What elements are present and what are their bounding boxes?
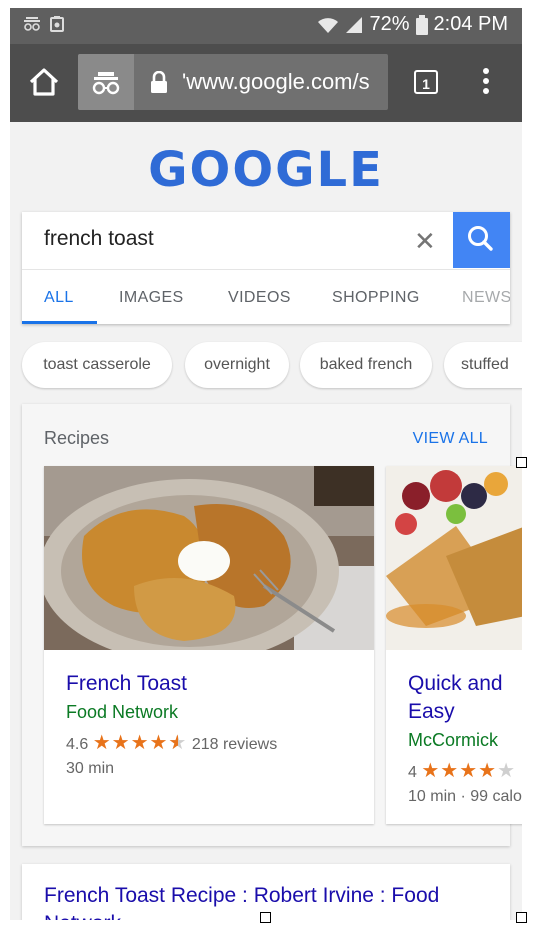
- selection-handle[interactable]: [260, 912, 271, 923]
- recipe-title[interactable]: Quick and Easy French Toast: [408, 670, 522, 726]
- recipes-card: Recipes VIEW ALL French Toast Food Netwo…: [22, 404, 522, 846]
- incognito-icon: [92, 72, 120, 95]
- recipe-rating-row: 4.6 ★★★★★★ 218 reviews: [66, 730, 277, 755]
- recipe-source: Food Network: [66, 702, 179, 722]
- view-all-link[interactable]: VIEW ALL: [413, 430, 488, 448]
- chip-overnight[interactable]: overnight: [185, 342, 289, 388]
- google-logo: GOOGLE: [148, 142, 384, 198]
- signal-icon: [346, 16, 363, 33]
- recipe-time: 30 min: [66, 760, 115, 777]
- browser-toolbar: 'www.google.com/s 1: [10, 44, 522, 122]
- search-tabs: ALL IMAGES VIDEOS SHOPPING NEWS: [22, 269, 510, 325]
- search-button[interactable]: [453, 212, 510, 268]
- recipe-source: McCormick: [408, 730, 498, 750]
- rating-value: 4.6: [66, 736, 89, 753]
- tab-all[interactable]: ALL: [44, 289, 74, 307]
- tab-videos[interactable]: VIDEOS: [228, 289, 291, 307]
- chip-stuffed[interactable]: stuffed: [444, 342, 522, 388]
- tab-news[interactable]: NEWS: [462, 289, 510, 307]
- incognito-badge: [78, 54, 134, 110]
- selection-handle[interactable]: [516, 457, 527, 468]
- rating-value: 4: [408, 764, 417, 781]
- url-text[interactable]: 'www.google.com/s: [182, 69, 382, 95]
- recipe-image: [386, 466, 522, 650]
- recipe-rating-row: 4 ★★★★★: [408, 758, 516, 783]
- phone-screen: 72% 2:04 PM 'www.google.com/s 1 GOOGLE f…: [10, 8, 522, 920]
- review-count: 218 reviews: [191, 736, 278, 753]
- lock-icon: [151, 71, 167, 93]
- wifi-icon: [318, 17, 339, 33]
- recipe-card[interactable]: Quick and Easy French Toast McCormick 4 …: [386, 466, 522, 824]
- recipe-title[interactable]: French Toast: [66, 670, 187, 698]
- active-tab-indicator: [22, 321, 97, 324]
- home-icon[interactable]: [28, 66, 60, 98]
- screenshot-notification-icon: [50, 16, 64, 32]
- search-box: french toast ✕ ALL IMAGES VIDEOS SHOPPIN…: [22, 212, 510, 324]
- tab-switcher-button[interactable]: 1: [414, 70, 438, 94]
- overflow-menu-icon[interactable]: [482, 68, 490, 98]
- status-bar: 72% 2:04 PM: [10, 8, 522, 44]
- battery-icon: [415, 14, 428, 35]
- tab-shopping[interactable]: SHOPPING: [332, 289, 420, 307]
- chip-toast-casserole[interactable]: toast casserole: [22, 342, 172, 388]
- recipe-time: 10 min · 99 calories: [408, 788, 522, 805]
- chip-baked-french[interactable]: baked french: [300, 342, 432, 388]
- search-icon: [468, 226, 493, 251]
- recipes-heading: Recipes: [44, 428, 110, 448]
- tab-images[interactable]: IMAGES: [119, 289, 184, 307]
- related-searches: toast casserole overnight baked french s…: [22, 342, 522, 390]
- address-bar[interactable]: 'www.google.com/s: [78, 54, 388, 110]
- incognito-notification-icon: [24, 17, 40, 31]
- battery-percent: 72%: [369, 13, 410, 35]
- clock: 2:04 PM: [433, 13, 508, 35]
- recipe-card[interactable]: French Toast Food Network 4.6 ★★★★★★ 218…: [44, 466, 374, 824]
- star-rating-icon: ★★★★★: [421, 760, 517, 782]
- recipe-image: [44, 466, 374, 650]
- selection-handle[interactable]: [516, 912, 527, 923]
- clear-icon[interactable]: ✕: [414, 226, 436, 257]
- search-input[interactable]: french toast: [44, 227, 154, 251]
- star-rating-icon: ★★★★★★: [92, 732, 188, 754]
